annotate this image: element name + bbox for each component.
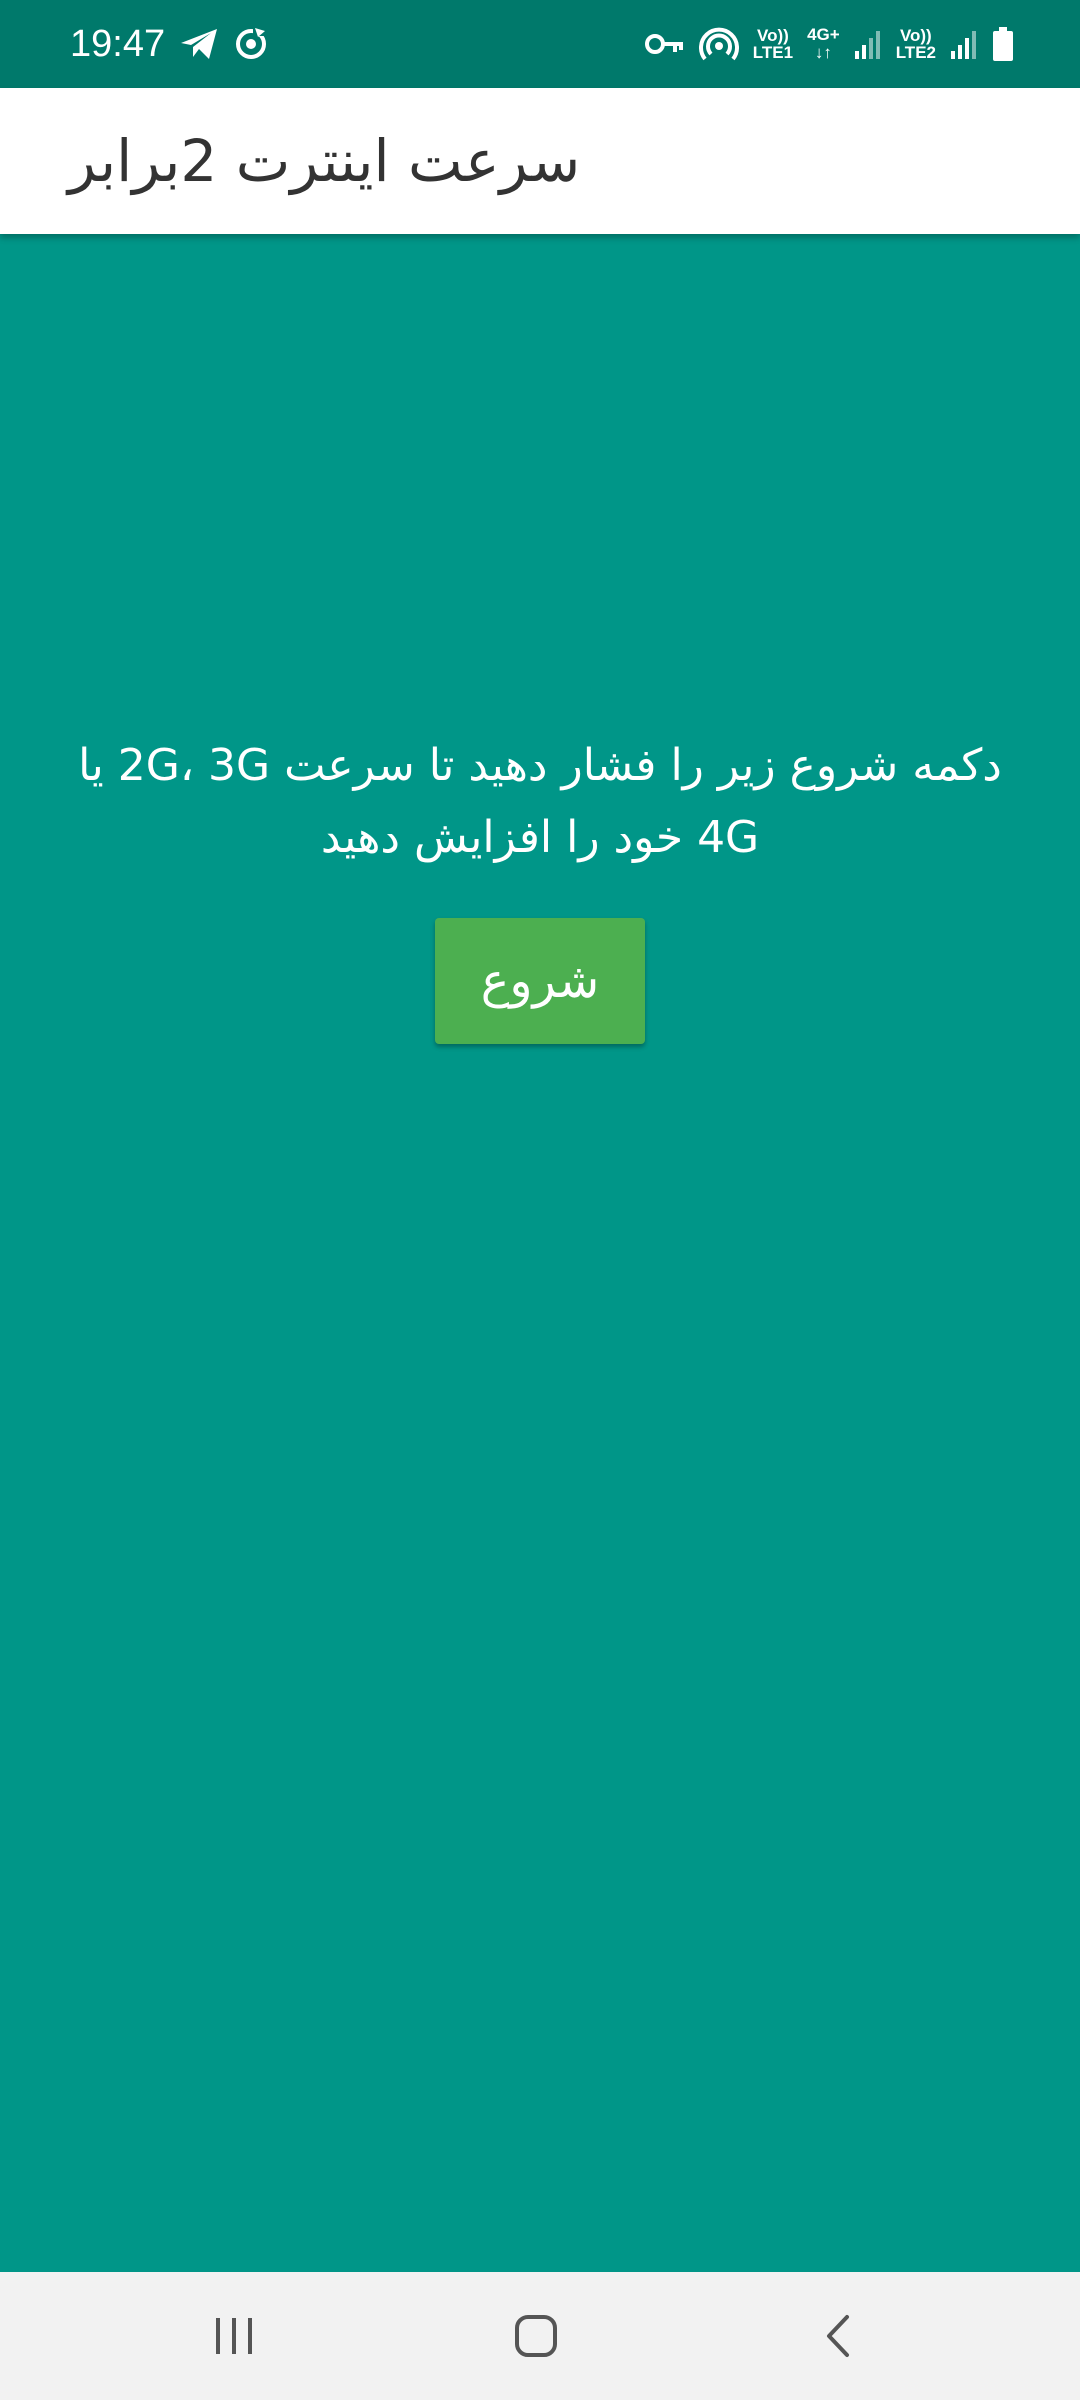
instruction-line-2: 4G خود را افزایش دهید [320, 812, 760, 863]
signal-icon [950, 29, 978, 59]
back-icon [823, 2314, 853, 2358]
network-type-indicator: 4G+ ↓↑ [807, 26, 840, 62]
sim2-volte-top: Vo)) [899, 26, 932, 45]
signal-icon [854, 29, 882, 59]
navigation-bar [0, 2272, 1080, 2400]
sim2-volte-indicator: Vo)) LTE2 [896, 27, 936, 61]
page-title: سرعت اینترت 2برابر [68, 127, 581, 195]
status-right: Vo)) LTE1 4G+ ↓↑ Vo)) LTE2 [644, 0, 1014, 88]
status-left: 19:47 [70, 0, 269, 88]
network-activity-arrows: ↓↑ [814, 43, 832, 62]
telegram-icon [179, 27, 219, 61]
sim2-volte-bottom: LTE2 [895, 43, 936, 62]
network-type-top: 4G+ [807, 25, 840, 44]
hotspot-icon [698, 24, 739, 64]
vpn-key-icon [644, 32, 685, 56]
back-button[interactable] [778, 2272, 898, 2400]
sim1-volte-bottom: LTE1 [752, 43, 794, 62]
screen: 19:47 Vo)) LTE1 4G+ ↓↑ Vo)) LTE2 سرعت ای… [0, 0, 1080, 2400]
instruction-line-1: دکمه شروع زیر را فشار دهید تا سرعت 2G، 3… [78, 740, 1002, 791]
status-time: 19:47 [70, 23, 166, 65]
instruction-text: دکمه شروع زیر را فشار دهید تا سرعت 2G، 3… [60, 730, 1020, 874]
battery-icon [992, 27, 1014, 61]
recent-apps-button[interactable] [174, 2272, 294, 2400]
home-button[interactable] [476, 2272, 596, 2400]
sync-icon [233, 26, 269, 62]
home-icon [514, 2314, 558, 2358]
start-button[interactable]: شروع [435, 918, 645, 1044]
recent-apps-icon [212, 2316, 256, 2356]
sim1-volte-indicator: Vo)) LTE1 [753, 27, 793, 61]
app-bar: سرعت اینترت 2برابر [0, 88, 1080, 234]
status-bar: 19:47 Vo)) LTE1 4G+ ↓↑ Vo)) LTE2 [0, 0, 1080, 88]
sim1-volte-top: Vo)) [757, 26, 789, 45]
